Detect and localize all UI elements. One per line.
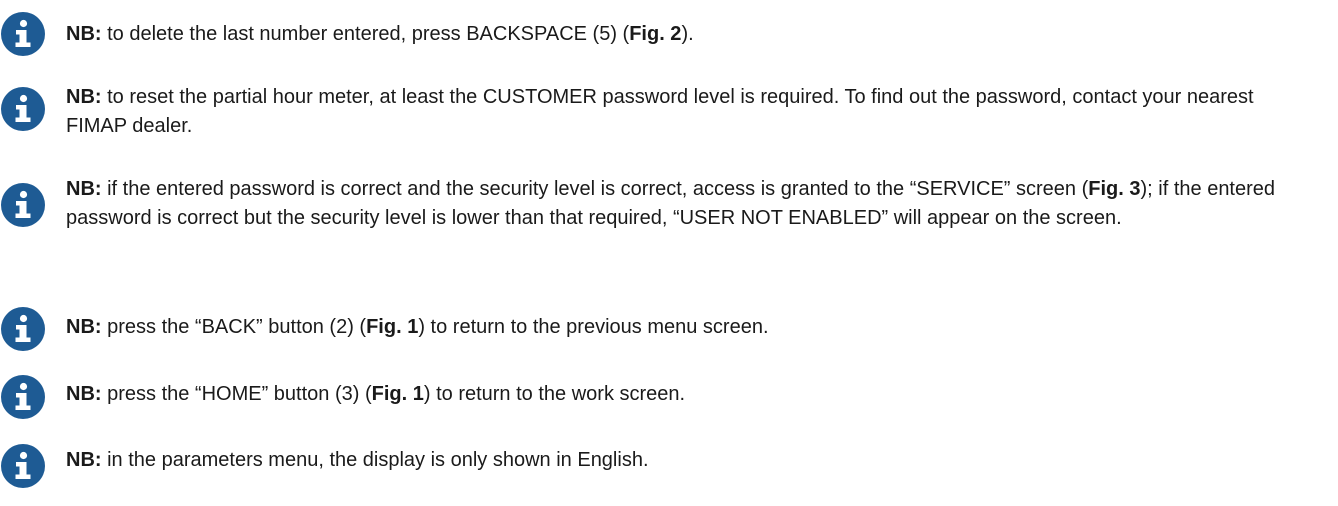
note-text-run: ). [681, 23, 694, 45]
figure-reference: Fig. 1 [366, 316, 419, 338]
info-icon [0, 306, 46, 352]
note-text: NB: to delete the last number entered, p… [66, 20, 1316, 49]
note-text-run: ) to return to the work screen. [423, 383, 686, 405]
note-text: NB: press the “BACK” button (2) (Fig. 1)… [66, 313, 1316, 342]
info-icon [0, 443, 46, 489]
page: { "accent_color": "#1e5b94", "icon": "in… [0, 0, 1338, 506]
note-text: NB: in the parameters menu, the display … [66, 446, 1316, 475]
note-text-run: ) to return to the previous menu screen. [418, 316, 769, 338]
note-text-run: if the entered password is correct and t… [101, 178, 1089, 200]
figure-reference: Fig. 1 [371, 383, 424, 405]
note-text: NB: to reset the partial hour meter, at … [66, 83, 1316, 141]
note-label: NB: [66, 23, 102, 45]
note-label: NB: [66, 316, 102, 338]
note-label: NB: [66, 178, 102, 200]
info-icon [0, 374, 46, 420]
figure-reference: Fig. 2 [629, 23, 682, 45]
note-text-run: press the “BACK” button (2) ( [101, 316, 367, 338]
info-icon [0, 182, 46, 228]
note-text-run: to delete the last number entered, press… [101, 23, 630, 45]
info-icon [0, 86, 46, 132]
note-label: NB: [66, 383, 102, 405]
note-text: NB: press the “HOME” button (3) (Fig. 1)… [66, 380, 1316, 409]
note-label: NB: [66, 86, 102, 108]
note-text-run: press the “HOME” button (3) ( [101, 383, 372, 405]
note-text-run: to reset the partial hour meter, at leas… [66, 86, 1254, 137]
note-text-run: in the parameters menu, the display is o… [101, 449, 649, 471]
note-text: NB: if the entered password is correct a… [66, 175, 1316, 233]
info-icon [0, 11, 46, 57]
note-label: NB: [66, 449, 102, 471]
figure-reference: Fig. 3 [1088, 178, 1141, 200]
